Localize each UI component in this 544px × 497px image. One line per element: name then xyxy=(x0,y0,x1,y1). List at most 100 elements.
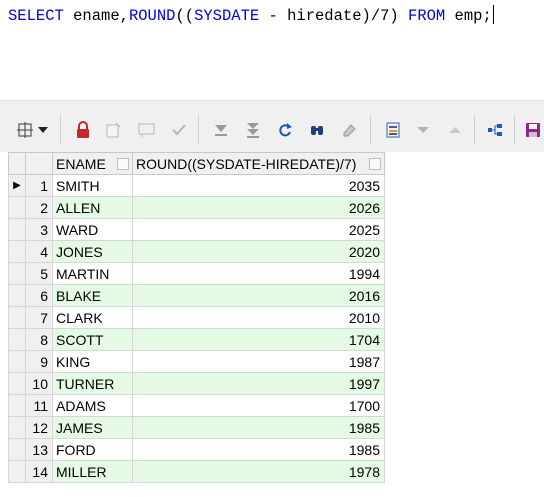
row-number: 13 xyxy=(25,438,53,461)
cell-weeks[interactable]: 1987 xyxy=(132,350,385,373)
row-indicator xyxy=(8,416,26,439)
table-row[interactable]: 12 JAMES 1985 xyxy=(8,416,385,439)
cell-ename[interactable]: CLARK xyxy=(52,306,133,329)
row-indicator xyxy=(8,394,26,417)
lock-icon[interactable] xyxy=(72,119,94,141)
cell-ename[interactable]: SCOTT xyxy=(52,328,133,351)
row-number: 3 xyxy=(25,218,53,241)
cell-ename[interactable]: FORD xyxy=(52,438,133,461)
grid-options-icon[interactable] xyxy=(14,119,36,141)
table-row[interactable]: 3 WARD 2025 xyxy=(8,218,385,241)
column-header-round[interactable]: ROUND((SYSDATE-HIREDATE)/7) xyxy=(132,152,385,175)
new-record-icon[interactable] xyxy=(102,119,124,141)
column-menu-button[interactable] xyxy=(369,157,381,170)
cell-ename[interactable]: MILLER xyxy=(52,460,133,483)
sql-statement[interactable]: SELECT ename,ROUND((SYSDATE - hiredate)/… xyxy=(8,5,494,26)
column-header-label: ROUND((SYSDATE-HIREDATE)/7) xyxy=(136,155,357,172)
row-number: 2 xyxy=(25,196,53,219)
cell-weeks[interactable]: 2010 xyxy=(132,306,385,329)
sql-minus: - xyxy=(259,7,288,25)
row-number: 1 xyxy=(25,174,53,197)
cell-ename[interactable]: MARTIN xyxy=(52,262,133,285)
cell-weeks[interactable]: 1700 xyxy=(132,394,385,417)
cell-ename[interactable]: BLAKE xyxy=(52,284,133,307)
sql-column-ename: ename, xyxy=(63,7,129,25)
cell-weeks[interactable]: 1985 xyxy=(132,416,385,439)
row-indicator xyxy=(8,306,26,329)
row-number: 14 xyxy=(25,460,53,483)
row-indicator xyxy=(8,218,26,241)
cell-ename[interactable]: JAMES xyxy=(52,416,133,439)
cell-weeks[interactable]: 1997 xyxy=(132,372,385,395)
cell-ename[interactable]: WARD xyxy=(52,218,133,241)
table-row[interactable]: 11 ADAMS 1700 xyxy=(8,394,385,417)
save-icon[interactable] xyxy=(522,119,544,141)
table-row[interactable]: 14 MILLER 1978 xyxy=(8,460,385,483)
cell-weeks[interactable]: 1704 xyxy=(132,328,385,351)
table-row[interactable]: 4 JONES 2020 xyxy=(8,240,385,263)
row-number: 11 xyxy=(25,394,53,417)
sql-editor[interactable]: SELECT ename,ROUND((SYSDATE - hiredate)/… xyxy=(0,0,544,101)
result-grid[interactable]: ENAME ROUND((SYSDATE-HIREDATE)/7) ▶ 1 SM… xyxy=(8,152,385,483)
cell-weeks[interactable]: 2035 xyxy=(132,174,385,197)
table-row[interactable]: 5 MARTIN 1994 xyxy=(8,262,385,285)
toolbar-separator xyxy=(514,115,515,145)
cell-weeks[interactable]: 1994 xyxy=(132,262,385,285)
cell-weeks[interactable]: 2016 xyxy=(132,284,385,307)
sort-desc-icon[interactable] xyxy=(412,119,434,141)
row-number: 12 xyxy=(25,416,53,439)
cell-ename[interactable]: ADAMS xyxy=(52,394,133,417)
toolbar-separator xyxy=(198,115,199,145)
sort-asc-icon[interactable] xyxy=(444,119,466,141)
row-indicator xyxy=(8,438,26,461)
save-to-file-icon[interactable] xyxy=(382,119,404,141)
rownum-header xyxy=(25,152,53,175)
column-menu-button[interactable] xyxy=(117,157,129,170)
cell-ename[interactable]: KING xyxy=(52,350,133,373)
clear-icon[interactable] xyxy=(338,119,360,141)
row-number: 7 xyxy=(25,306,53,329)
refresh-icon[interactable] xyxy=(274,119,296,141)
cell-weeks[interactable]: 2026 xyxy=(132,196,385,219)
row-number: 4 xyxy=(25,240,53,263)
sql-column-hiredate: hiredate xyxy=(287,7,362,25)
table-row[interactable]: 9 KING 1987 xyxy=(8,350,385,373)
toolbar-separator xyxy=(370,115,371,145)
sql-open-paren: (( xyxy=(175,7,195,25)
cell-weeks[interactable]: 2020 xyxy=(132,240,385,263)
row-indicator xyxy=(8,284,26,307)
row-number: 5 xyxy=(25,262,53,285)
row-indicator xyxy=(8,372,26,395)
sql-divide: )/7) xyxy=(361,7,409,25)
comment-icon[interactable] xyxy=(136,119,158,141)
table-row[interactable]: 2 ALLEN 2026 xyxy=(8,196,385,219)
row-indicator xyxy=(8,328,26,351)
table-row[interactable]: 10 TURNER 1997 xyxy=(8,372,385,395)
column-header-ename[interactable]: ENAME xyxy=(52,152,133,175)
toolbar-separator xyxy=(60,115,61,145)
cell-weeks[interactable]: 1978 xyxy=(132,460,385,483)
fetch-last-icon[interactable] xyxy=(242,119,264,141)
fetch-next-icon[interactable] xyxy=(210,119,232,141)
cell-ename[interactable]: ALLEN xyxy=(52,196,133,219)
table-row[interactable]: ▶ 1 SMITH 2035 xyxy=(8,174,385,197)
dropdown-chevron-icon[interactable] xyxy=(36,119,50,141)
table-row[interactable]: 7 CLARK 2010 xyxy=(8,306,385,329)
cell-ename[interactable]: SMITH xyxy=(52,174,133,197)
table-row[interactable]: 8 SCOTT 1704 xyxy=(8,328,385,351)
row-number: 10 xyxy=(25,372,53,395)
sql-function-round: ROUND xyxy=(128,7,176,25)
cell-weeks[interactable]: 1985 xyxy=(132,438,385,461)
grid-corner[interactable] xyxy=(8,152,26,175)
query-tree-icon[interactable] xyxy=(484,119,506,141)
check-icon[interactable] xyxy=(168,119,190,141)
table-row[interactable]: 13 FORD 1985 xyxy=(8,438,385,461)
column-header-label: ENAME xyxy=(56,155,106,172)
find-icon[interactable] xyxy=(306,119,328,141)
row-indicator xyxy=(8,350,26,373)
cell-weeks[interactable]: 2025 xyxy=(132,218,385,241)
cell-ename[interactable]: JONES xyxy=(52,240,133,263)
table-row[interactable]: 6 BLAKE 2016 xyxy=(8,284,385,307)
cell-ename[interactable]: TURNER xyxy=(52,372,133,395)
current-row-indicator: ▶ xyxy=(8,174,26,197)
